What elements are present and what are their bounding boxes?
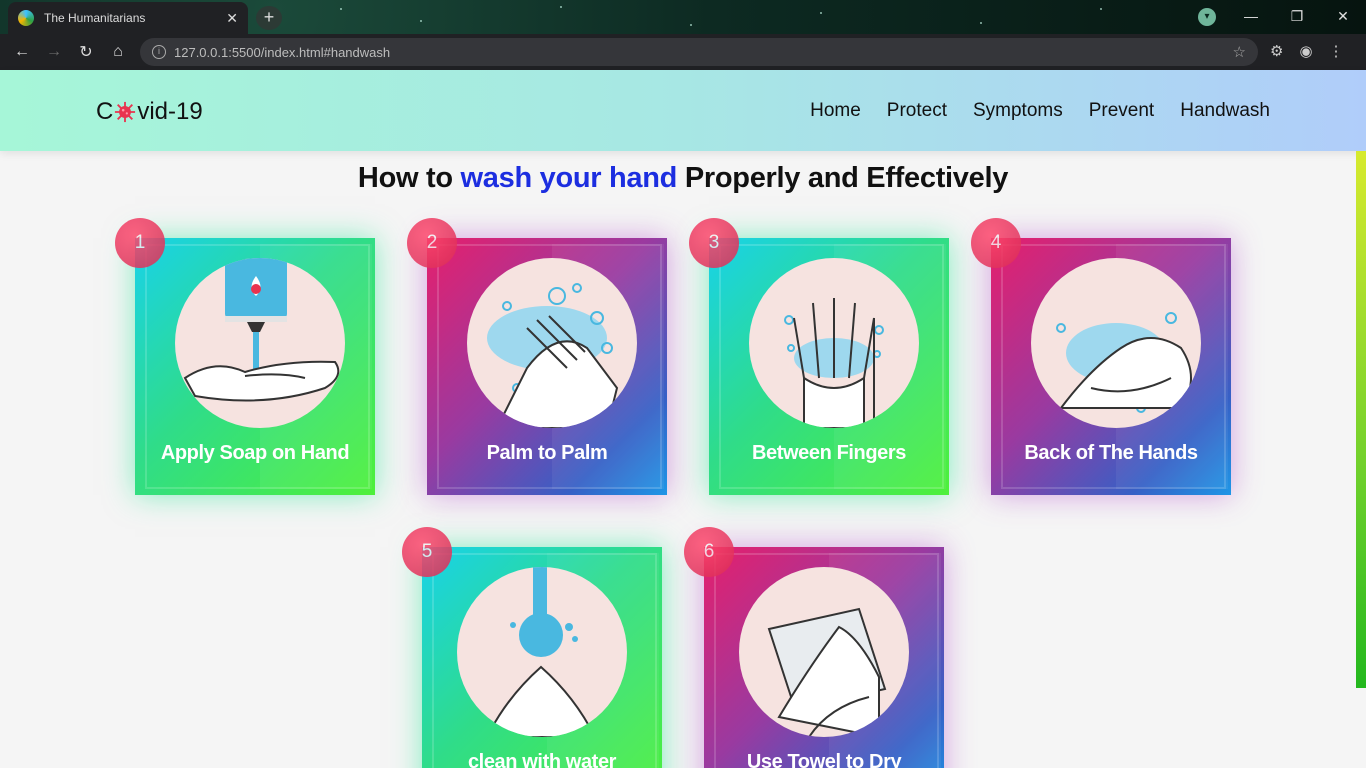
main-nav: Home Protect Symptoms Prevent Handwash	[810, 100, 1270, 122]
address-bar[interactable]: i 127.0.0.1:5500/index.html#handwash ☆	[140, 38, 1258, 66]
back-of-hands-icon	[1031, 258, 1201, 428]
step-card-towel-dry[interactable]: Use Towel to Dry	[704, 547, 944, 768]
reload-icon[interactable]: ↻	[70, 42, 102, 62]
menu-kebab-icon[interactable]: ⋮	[1329, 42, 1344, 60]
step-card-palm-to-palm[interactable]: Palm to Palm	[427, 238, 667, 495]
restore-icon[interactable]: ❐	[1274, 8, 1320, 25]
info-icon[interactable]: i	[152, 45, 166, 59]
step-label: Between Fingers	[751, 442, 907, 464]
background-star	[820, 12, 822, 14]
palm-to-palm-icon	[467, 258, 637, 428]
step-card-clean-with-water[interactable]: clean with water	[422, 547, 662, 768]
window-controls: — ❐ ✕	[1228, 0, 1366, 32]
bookmark-star-icon[interactable]: ☆	[1233, 43, 1246, 61]
extension-area: ⚙ ◉ ⋮	[1270, 42, 1344, 60]
between-fingers-icon	[749, 258, 919, 428]
rinse-water-icon	[457, 567, 627, 737]
step-card-apply-soap[interactable]: Apply Soap on Hand	[135, 238, 375, 495]
background-star	[560, 6, 562, 8]
background-star	[1100, 8, 1102, 10]
towel-dry-icon	[739, 567, 909, 737]
nav-handwash[interactable]: Handwash	[1180, 100, 1270, 122]
forward-arrow-icon[interactable]: →	[38, 43, 70, 61]
site-logo[interactable]: C vid-19	[96, 98, 203, 126]
title-before: How to	[357, 162, 461, 194]
background-star	[980, 22, 982, 24]
decorative-side-bar	[1356, 151, 1366, 688]
step-number-badge: 1	[115, 218, 165, 268]
new-tab-button[interactable]: +	[256, 6, 282, 30]
background-star	[420, 20, 422, 22]
title-after: Properly and Effectively	[677, 162, 1009, 194]
minimize-icon[interactable]: —	[1228, 8, 1274, 24]
step-number-badge: 4	[971, 218, 1021, 268]
url-text[interactable]: 127.0.0.1:5500/index.html#handwash	[174, 45, 1233, 60]
browser-tab-strip: The Humanitarians ✕ + ▾ — ❐ ✕	[0, 0, 1366, 34]
step-label: clean with water	[467, 751, 617, 768]
nav-symptoms[interactable]: Symptoms	[973, 100, 1063, 122]
logo-prefix: C	[96, 98, 114, 125]
page-title: How to wash your hand Properly and Effec…	[0, 162, 1366, 195]
extensions-puzzle-icon[interactable]: ⚙	[1270, 42, 1283, 60]
background-star	[690, 24, 692, 26]
step-label: Use Towel to Dry	[746, 751, 902, 768]
tab-title: The Humanitarians	[44, 11, 146, 25]
step-label: Back of The Hands	[1024, 442, 1198, 464]
logo-suffix: vid-19	[137, 98, 203, 125]
step-number-badge: 2	[407, 218, 457, 268]
background-star	[340, 8, 342, 10]
back-arrow-icon[interactable]: ←	[6, 43, 38, 61]
step-card-back-of-hands[interactable]: Back of The Hands	[991, 238, 1231, 495]
site-header: C vid-19 Home Protect Symptoms Prevent H…	[0, 70, 1366, 151]
tab-search-icon[interactable]: ▾	[1198, 8, 1216, 26]
browser-toolbar: ← → ↻ ⌂ i 127.0.0.1:5500/index.html#hand…	[0, 34, 1366, 70]
step-label: Palm to Palm	[486, 442, 608, 464]
title-accent: wash your hand	[460, 162, 678, 194]
close-icon[interactable]: ✕	[226, 10, 238, 27]
nav-home[interactable]: Home	[810, 100, 861, 122]
step-label: Apply Soap on Hand	[160, 442, 350, 464]
virus-icon	[115, 101, 136, 123]
profile-avatar-icon[interactable]: ◉	[1299, 42, 1312, 60]
step-card-between-fingers[interactable]: Between Fingers	[709, 238, 949, 495]
browser-tab[interactable]: The Humanitarians ✕	[8, 2, 248, 34]
nav-prevent[interactable]: Prevent	[1089, 100, 1154, 122]
home-icon[interactable]: ⌂	[102, 43, 134, 61]
nav-protect[interactable]: Protect	[887, 100, 947, 122]
step-number-badge: 3	[689, 218, 739, 268]
soap-dispenser-icon	[175, 258, 345, 428]
globe-icon	[18, 10, 34, 26]
close-window-icon[interactable]: ✕	[1320, 8, 1366, 25]
step-number-badge: 6	[684, 527, 734, 577]
step-number-badge: 5	[402, 527, 452, 577]
